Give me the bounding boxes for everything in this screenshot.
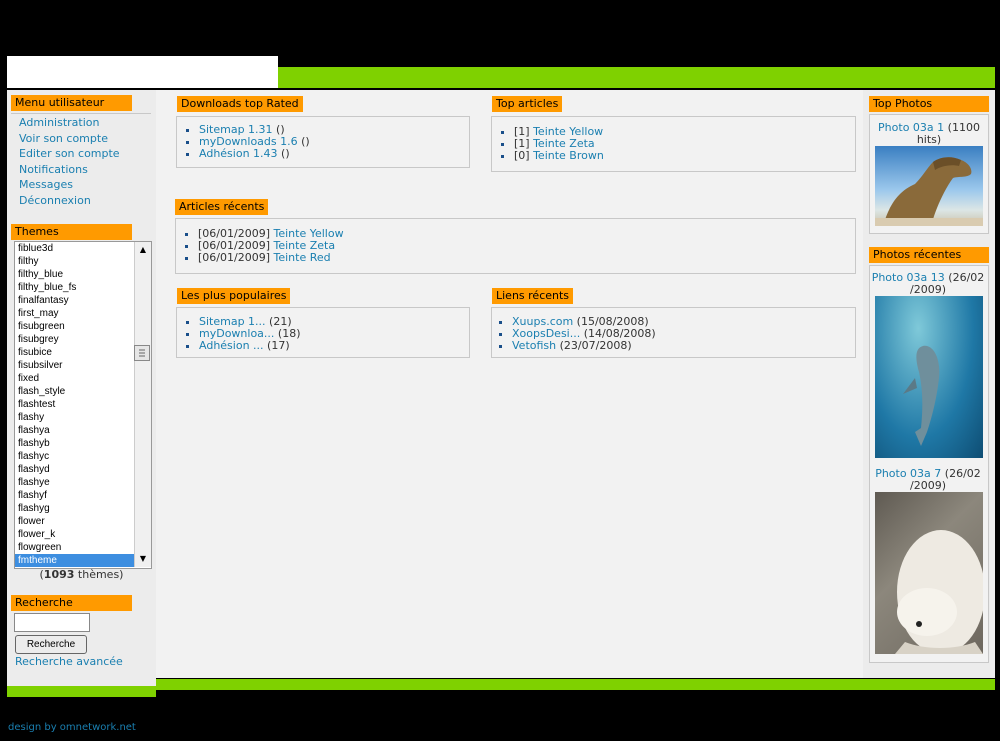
theme-option[interactable]: fisubgreen — [15, 320, 151, 333]
theme-option[interactable]: flower — [15, 515, 151, 528]
theme-option[interactable]: fixed — [15, 372, 151, 385]
camel-photo[interactable] — [875, 146, 983, 226]
theme-count: (1093 thèmes) — [39, 568, 124, 581]
footer-credit[interactable]: design by omnetwork.net — [8, 722, 136, 733]
recent-photo-caption: Photo 03a 13 (26/02/2009) — [871, 271, 985, 296]
popular-box: Sitemap 1... (21) myDownloa... (18) Adhé… — [176, 307, 470, 358]
theme-option[interactable]: flashy — [15, 411, 151, 424]
download-link[interactable]: Adhésion 1.43 — [199, 147, 278, 160]
polar-bear-icon — [895, 530, 983, 654]
recent-photos-title: Photos récentes — [869, 247, 989, 263]
camel-icon — [875, 157, 983, 226]
theme-option[interactable]: flowgreen — [15, 541, 151, 554]
recent-articles-title: Articles récents — [175, 199, 269, 215]
downloads-box: Sitemap 1.31 () myDownloads 1.6 () Adhés… — [176, 116, 470, 168]
site-logo-area — [7, 56, 278, 88]
theme-option[interactable]: fisubsilver — [15, 359, 151, 372]
search-button[interactable]: Recherche — [15, 635, 87, 654]
top-photos-title: Top Photos — [869, 96, 989, 112]
scrollbar-thumb[interactable] — [134, 345, 150, 361]
list-item: Vetofish (23/07/2008) — [512, 340, 855, 352]
top-photo-caption: Photo 03a 1 (1100 hits) — [878, 121, 980, 146]
recent-articles-box: [06/01/2009] Teinte Yellow [06/01/2009] … — [175, 218, 856, 274]
search-title: Recherche — [11, 595, 132, 611]
theme-option[interactable]: finalfantasy — [15, 294, 151, 307]
list-item: Adhésion ... (17) — [199, 340, 469, 352]
recent-articles-list: [06/01/2009] Teinte Yellow [06/01/2009] … — [176, 228, 855, 264]
weblink[interactable]: Vetofish — [512, 339, 556, 352]
theme-option[interactable]: flashyb — [15, 437, 151, 450]
menu-item-notifications[interactable]: Notifications — [7, 162, 156, 178]
popular-list: Sitemap 1... (21) myDownloa... (18) Adhé… — [177, 316, 469, 352]
theme-option[interactable]: flash_style — [15, 385, 151, 398]
footer-green-bar — [156, 679, 995, 690]
header-green-bar — [278, 67, 995, 88]
scroll-down-icon[interactable]: ▼ — [135, 551, 151, 567]
theme-option[interactable]: flashyf — [15, 489, 151, 502]
user-menu: Administration Voir son compte Editer so… — [7, 115, 156, 208]
menu-item-messages[interactable]: Messages — [7, 177, 156, 193]
menu-item-administration[interactable]: Administration — [7, 115, 156, 131]
dolphin-photo[interactable] — [875, 296, 983, 458]
menu-item-view-account[interactable]: Voir son compte — [7, 131, 156, 147]
theme-option[interactable]: fisubice — [15, 346, 151, 359]
list-item: [0] Teinte Brown — [514, 150, 855, 162]
theme-select-list[interactable]: fiblue3d filthy filthy_blue filthy_blue_fs f… — [14, 241, 152, 569]
theme-option[interactable]: fmtheme — [15, 554, 151, 567]
theme-option[interactable]: first_may — [15, 307, 151, 320]
recent-links-title: Liens récents — [492, 288, 574, 304]
search-input[interactable] — [14, 613, 90, 632]
scroll-up-icon[interactable]: ▲ — [135, 242, 151, 258]
theme-option[interactable]: flashye — [15, 476, 151, 489]
list-item: Adhésion 1.43 () — [199, 148, 469, 160]
theme-option[interactable]: flower_k — [15, 528, 151, 541]
article-link[interactable]: Teinte Brown — [533, 149, 604, 162]
theme-option[interactable]: flashyc — [15, 450, 151, 463]
menu-item-edit-account[interactable]: Editer son compte — [7, 146, 156, 162]
theme-option[interactable]: fisubgrey — [15, 333, 151, 346]
theme-count-number: 1093 — [43, 568, 75, 581]
downloads-title: Downloads top Rated — [177, 96, 303, 112]
theme-option[interactable]: filthy_blue — [15, 268, 151, 281]
theme-list-scrollbar[interactable]: ▲ ▼ — [134, 242, 151, 567]
popular-link[interactable]: Adhésion ... — [199, 339, 264, 352]
theme-option[interactable]: flashyg — [15, 502, 151, 515]
recent-links-list: Xuups.com (15/08/2008) XoopsDesi... (14/… — [492, 316, 855, 352]
advanced-search-link[interactable]: Recherche avancée — [15, 655, 123, 668]
recent-links-box: Xuups.com (15/08/2008) XoopsDesi... (14/… — [491, 307, 856, 358]
polar-bear-photo[interactable] — [875, 492, 983, 654]
dolphin-icon — [903, 345, 940, 446]
divider — [11, 113, 151, 114]
theme-option[interactable]: flashyd — [15, 463, 151, 476]
top-articles-box: [1] Teinte Yellow [1] Teinte Zeta [0] Te… — [491, 116, 856, 172]
theme-option[interactable]: filthy_blue_fs — [15, 281, 151, 294]
themes-title: Themes — [11, 224, 132, 240]
recent-photo-caption: Photo 03a 7 (26/02/2009) — [875, 467, 981, 492]
theme-option[interactable]: filthy — [15, 255, 151, 268]
top-articles-list: [1] Teinte Yellow [1] Teinte Zeta [0] Te… — [492, 126, 855, 162]
list-item: [06/01/2009] Teinte Red — [198, 252, 855, 264]
grip-icon — [139, 349, 145, 357]
theme-option[interactable]: flashtest — [15, 398, 151, 411]
article-link[interactable]: Teinte Red — [273, 251, 330, 264]
theme-option[interactable]: fiblue3d — [15, 242, 151, 255]
menu-item-logout[interactable]: Déconnexion — [7, 193, 156, 209]
top-articles-title: Top articles — [492, 96, 563, 112]
sidebar-footer-bar — [7, 686, 156, 697]
user-menu-title: Menu utilisateur — [11, 95, 132, 111]
popular-title: Les plus populaires — [177, 288, 291, 304]
downloads-list: Sitemap 1.31 () myDownloads 1.6 () Adhés… — [177, 124, 469, 160]
theme-option[interactable]: flashya — [15, 424, 151, 437]
